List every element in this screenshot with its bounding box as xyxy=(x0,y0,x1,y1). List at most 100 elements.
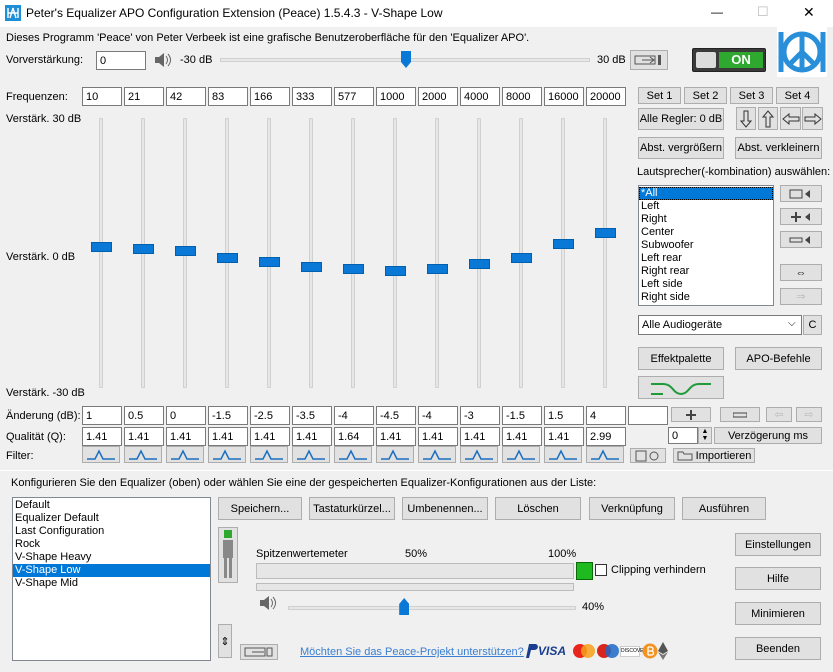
gain-input[interactable]: -1.5 xyxy=(208,406,248,425)
eq-slider-track[interactable] xyxy=(267,118,271,388)
filter-peak-button[interactable] xyxy=(250,446,288,463)
volume-slider[interactable] xyxy=(288,598,576,615)
action-button[interactable]: Ausführen xyxy=(682,497,766,520)
eq-slider-thumb[interactable] xyxy=(259,257,280,268)
freq-input[interactable]: 8000 xyxy=(502,87,542,106)
action-button[interactable]: Speichern... xyxy=(218,497,302,520)
q-input[interactable]: 1.41 xyxy=(544,427,584,446)
filter-peak-button[interactable] xyxy=(334,446,372,463)
freq-input[interactable]: 2000 xyxy=(418,87,458,106)
clipping-checkbox[interactable] xyxy=(595,564,607,576)
freq-input[interactable]: 10 xyxy=(82,87,122,106)
config-item[interactable]: Last Configuration xyxy=(13,525,210,538)
q-input[interactable]: 1.41 xyxy=(124,427,164,446)
filter-peak-button[interactable] xyxy=(502,446,540,463)
eq-slider-thumb[interactable] xyxy=(553,239,574,250)
add-band-button[interactable] xyxy=(671,407,711,422)
freq-input[interactable]: 1000 xyxy=(376,87,416,106)
q-input[interactable]: 1.41 xyxy=(82,427,122,446)
q-input[interactable]: 1.41 xyxy=(502,427,542,446)
freq-input[interactable]: 4000 xyxy=(460,87,500,106)
set-button-4[interactable]: Set 4 xyxy=(776,87,819,104)
speaker-icon[interactable] xyxy=(153,51,173,69)
gain-input[interactable]: -2.5 xyxy=(250,406,290,425)
speaker-plus-button[interactable] xyxy=(780,208,822,225)
speaker-item[interactable]: Left side xyxy=(639,278,773,291)
clipping-label[interactable]: Clipping verhindern xyxy=(611,564,706,576)
effects-palette-button[interactable]: Effektpalette xyxy=(638,347,724,370)
q-input[interactable]: 1.41 xyxy=(166,427,206,446)
payment-icons[interactable]: VISA DISCOVER xyxy=(524,642,668,660)
eq-slider-thumb[interactable] xyxy=(385,265,406,276)
filter-peak-button[interactable] xyxy=(418,446,456,463)
collapse-button[interactable] xyxy=(630,50,668,70)
eq-slider-thumb[interactable] xyxy=(343,263,364,274)
gain-input[interactable]: 1 xyxy=(82,406,122,425)
action-button[interactable]: Tastaturkürzel... xyxy=(309,497,395,520)
speaker-item[interactable]: Right side xyxy=(639,291,773,304)
delay-button[interactable]: Verzögerung ms xyxy=(714,427,822,444)
gain-input[interactable]: 4 xyxy=(586,406,626,425)
freq-input[interactable]: 333 xyxy=(292,87,332,106)
eq-slider-track[interactable] xyxy=(603,118,607,388)
speaker-item[interactable]: Subwoofer xyxy=(639,239,773,252)
gain-input[interactable]: -1.5 xyxy=(502,406,542,425)
q-input[interactable]: 1.41 xyxy=(376,427,416,446)
arrow-left-button[interactable] xyxy=(780,107,801,130)
arrow-up-button[interactable] xyxy=(758,107,778,130)
q-input[interactable]: 1.41 xyxy=(208,427,248,446)
graph-button[interactable] xyxy=(638,376,724,399)
config-item[interactable]: Default xyxy=(13,499,210,512)
support-link[interactable]: Möchten Sie das Peace-Projekt unterstütz… xyxy=(300,646,524,658)
speaker-item[interactable]: *All xyxy=(639,187,773,200)
eq-slider-track[interactable] xyxy=(477,118,481,388)
scroll-left-button[interactable]: ⇦ xyxy=(766,407,792,422)
import-button[interactable]: Importieren xyxy=(673,448,755,463)
minimize-icon[interactable]: — xyxy=(711,5,723,19)
freq-input[interactable]: 166 xyxy=(250,87,290,106)
q-input[interactable]: 1.41 xyxy=(292,427,332,446)
eq-slider-track[interactable] xyxy=(99,118,103,388)
q-input[interactable]: 1.41 xyxy=(250,427,290,446)
q-input[interactable]: 1.41 xyxy=(460,427,500,446)
config-item[interactable]: V-Shape Low xyxy=(13,564,210,577)
gain-input[interactable]: 0 xyxy=(166,406,206,425)
eq-slider-thumb[interactable] xyxy=(175,246,196,256)
speaker-swap-button[interactable]: ⇔ xyxy=(780,264,822,281)
freq-input[interactable]: 577 xyxy=(334,87,374,106)
gain-input[interactable]: 1.5 xyxy=(544,406,584,425)
device-select[interactable]: Alle Audiogeräte ⌵ xyxy=(638,315,802,335)
set-button-2[interactable]: Set 2 xyxy=(684,87,727,104)
volume-thumb[interactable] xyxy=(399,598,410,615)
expand-button[interactable] xyxy=(240,644,278,660)
eq-slider-track[interactable] xyxy=(393,118,397,388)
config-item[interactable]: Rock xyxy=(13,538,210,551)
gain-input[interactable]: -4 xyxy=(334,406,374,425)
side-button[interactable]: Einstellungen xyxy=(735,533,821,556)
filter-peak-button[interactable] xyxy=(166,446,204,463)
eq-slider-thumb[interactable] xyxy=(91,241,112,252)
filter-peak-button[interactable] xyxy=(208,446,246,463)
device-c-button[interactable]: C xyxy=(803,315,822,335)
speaker-copy-button[interactable]: ⇒ xyxy=(780,288,822,305)
preamp-input[interactable]: 0 xyxy=(96,51,146,70)
filter-peak-button[interactable] xyxy=(544,446,582,463)
person-button[interactable] xyxy=(218,527,238,583)
eq-slider-thumb[interactable] xyxy=(133,243,154,254)
arrow-down-button[interactable] xyxy=(736,107,756,130)
config-item[interactable]: V-Shape Heavy xyxy=(13,551,210,564)
shrink-spacing-button[interactable]: Abst. verkleinern xyxy=(735,137,822,159)
eq-slider-thumb[interactable] xyxy=(217,252,238,263)
eq-slider-track[interactable] xyxy=(309,118,313,388)
delay-input[interactable]: 0 xyxy=(668,427,698,444)
close-icon[interactable]: ✕ xyxy=(803,4,815,21)
gain-input[interactable]: -3.5 xyxy=(292,406,332,425)
config-list[interactable]: Default Equalizer Default Last Configurati… xyxy=(12,497,211,661)
gain-input[interactable]: -3 xyxy=(460,406,500,425)
all-sliders-button[interactable]: Alle Regler: 0 dB xyxy=(638,108,724,130)
filter-peak-button[interactable] xyxy=(124,446,162,463)
speaker-item[interactable]: Right xyxy=(639,213,773,226)
speaker-item[interactable]: Left rear xyxy=(639,252,773,265)
gain-input[interactable] xyxy=(628,406,668,425)
freq-input[interactable]: 20000 xyxy=(586,87,626,106)
